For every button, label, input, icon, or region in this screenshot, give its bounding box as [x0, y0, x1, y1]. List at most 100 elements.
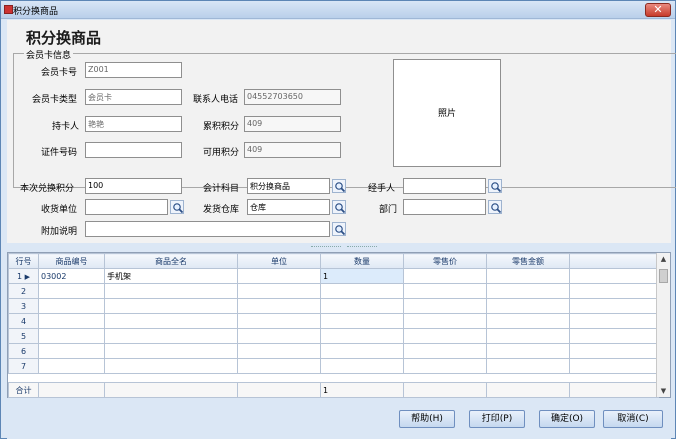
phone-field[interactable]: 04552703650	[244, 89, 341, 105]
handler-label: 经手人	[368, 184, 396, 194]
cell-code[interactable]	[38, 313, 105, 329]
cell-qty[interactable]	[320, 358, 404, 374]
cell-price[interactable]	[403, 343, 487, 359]
id-no-field[interactable]	[85, 142, 182, 158]
col-header[interactable]: 零售价	[403, 253, 487, 269]
cell-name[interactable]	[104, 358, 238, 374]
total-cell	[104, 382, 238, 398]
cell-qty[interactable]	[320, 298, 404, 314]
grid-spacer	[9, 374, 659, 383]
cell-name[interactable]	[104, 343, 238, 359]
cell-qty[interactable]	[320, 283, 404, 299]
handler-field[interactable]	[403, 178, 486, 194]
points-field[interactable]: 100	[85, 178, 182, 194]
cell-price[interactable]	[403, 313, 487, 329]
table-row[interactable]: 3	[8, 298, 659, 314]
usable-points-field[interactable]: 409	[244, 142, 341, 158]
table-row[interactable]: 7	[8, 358, 659, 374]
form-area: 积分换商品 会员卡信息 会员卡号 Z001 会员卡类型 会员卡 持卡人 艳艳 证…	[7, 20, 676, 243]
card-type-field[interactable]: 会员卡	[85, 89, 182, 105]
cell-blank	[569, 298, 659, 314]
cell-code[interactable]	[38, 343, 105, 359]
cell-amount[interactable]	[486, 343, 570, 359]
total-qty: 1	[320, 382, 404, 398]
department-field[interactable]	[403, 199, 486, 215]
scroll-up-icon[interactable]: ▲	[657, 253, 670, 265]
total-cell	[38, 382, 105, 398]
cell-price[interactable]	[403, 283, 487, 299]
cell-name[interactable]	[104, 298, 238, 314]
table-row[interactable]: 6	[8, 343, 659, 359]
receiver-lookup-icon[interactable]	[170, 200, 184, 214]
scroll-thumb[interactable]	[659, 269, 668, 283]
col-header[interactable]: 数量	[320, 253, 404, 269]
note-field[interactable]	[85, 221, 330, 237]
cell-amount[interactable]	[486, 298, 570, 314]
note-lookup-icon[interactable]	[332, 222, 346, 236]
handler-lookup-icon[interactable]	[488, 179, 502, 193]
card-no-field[interactable]: Z001	[85, 62, 182, 78]
cell-amount[interactable]	[486, 283, 570, 299]
receiver-field[interactable]	[85, 199, 168, 215]
table-row[interactable]: 5	[8, 328, 659, 344]
print-button[interactable]: 打印(P)	[469, 410, 525, 428]
warehouse-field[interactable]: 仓库	[247, 199, 330, 215]
cell-qty[interactable]	[320, 343, 404, 359]
title-bar[interactable]: 积分换商品 ✕	[1, 1, 675, 19]
table-row[interactable]: 2	[8, 283, 659, 299]
close-button[interactable]: ✕	[645, 3, 671, 17]
cell-qty[interactable]: 1	[320, 268, 404, 284]
cell-name[interactable]: 手机架	[104, 268, 238, 284]
table-row[interactable]: 4	[8, 313, 659, 329]
photo-box[interactable]: 照片	[393, 59, 501, 167]
cell-amount[interactable]	[486, 358, 570, 374]
vertical-scrollbar[interactable]: ▲ ▼	[656, 253, 670, 397]
cell-amount[interactable]	[486, 313, 570, 329]
cell-amount[interactable]	[486, 268, 570, 284]
cell-price[interactable]	[403, 328, 487, 344]
scroll-down-icon[interactable]: ▼	[657, 385, 670, 397]
cell-price[interactable]	[403, 268, 487, 284]
cell-code[interactable]	[38, 298, 105, 314]
account-lookup-icon[interactable]	[332, 179, 346, 193]
cell-name[interactable]	[104, 283, 238, 299]
col-header[interactable]: 商品全名	[104, 253, 238, 269]
table-row[interactable]: 1 ▶ 03002 手机架 1	[8, 268, 659, 284]
account-field[interactable]: 积分换商品	[247, 178, 330, 194]
cell-code[interactable]	[38, 328, 105, 344]
phone-label: 联系人电话	[193, 95, 239, 105]
ok-button[interactable]: 确定(O)	[539, 410, 595, 428]
cell-qty[interactable]	[320, 328, 404, 344]
col-header[interactable]: 零售金额	[486, 253, 570, 269]
cell-name[interactable]	[104, 328, 238, 344]
cell-unit[interactable]	[237, 328, 321, 344]
cell-code[interactable]	[38, 283, 105, 299]
col-header[interactable]: 行号	[8, 253, 39, 269]
cell-name[interactable]	[104, 313, 238, 329]
cell-qty[interactable]	[320, 313, 404, 329]
warehouse-lookup-icon[interactable]	[332, 200, 346, 214]
cancel-button[interactable]: 取消(C)	[603, 410, 663, 428]
cell-code[interactable]: 03002	[38, 268, 105, 284]
points-label: 本次兑换积分	[20, 184, 75, 194]
cell-unit[interactable]	[237, 268, 321, 284]
holder-field[interactable]: 艳艳	[85, 116, 182, 132]
cell-code[interactable]	[38, 358, 105, 374]
department-lookup-icon[interactable]	[488, 200, 502, 214]
cell-price[interactable]	[403, 298, 487, 314]
cell-unit[interactable]	[237, 358, 321, 374]
cell-unit[interactable]	[237, 298, 321, 314]
cell-unit[interactable]	[237, 313, 321, 329]
total-points-field[interactable]: 409	[244, 116, 341, 132]
cell-price[interactable]	[403, 358, 487, 374]
cell-unit[interactable]	[237, 283, 321, 299]
cell-unit[interactable]	[237, 343, 321, 359]
splitter[interactable]	[7, 243, 671, 252]
col-header[interactable]: 商品编号	[38, 253, 105, 269]
col-header[interactable]: 单位	[237, 253, 321, 269]
cell-amount[interactable]	[486, 328, 570, 344]
page-title: 积分换商品	[26, 29, 102, 47]
photo-label: 照片	[437, 109, 456, 119]
help-button[interactable]: 帮助(H)	[399, 410, 455, 428]
total-row: 合计 1	[8, 382, 659, 398]
